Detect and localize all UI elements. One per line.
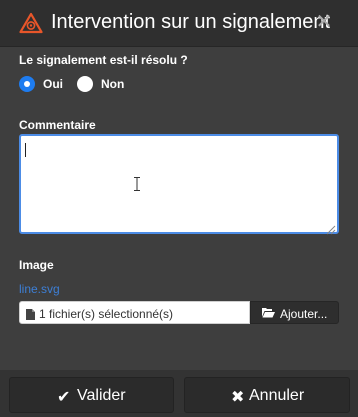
cancel-label: Annuler	[249, 387, 305, 404]
comment-textarea[interactable]	[19, 134, 339, 234]
times-icon: ✖	[231, 389, 245, 406]
file-name-link[interactable]: line.svg	[19, 282, 60, 296]
dialog-title: Intervention sur un signalement	[51, 11, 331, 33]
file-status-text: 1 fichier(s) sélectionné(s)	[39, 307, 174, 321]
radio-oui[interactable]	[19, 76, 35, 92]
cancel-button[interactable]: ✖ Annuler	[184, 377, 350, 413]
warning-triangle-icon	[19, 12, 43, 34]
file-selection-box: 1 fichier(s) sélectionné(s)	[19, 301, 250, 324]
resize-grip-icon[interactable]	[326, 222, 336, 235]
close-icon[interactable]: ✕	[315, 12, 333, 32]
validate-button[interactable]: ✔ Valider	[9, 377, 174, 413]
intervention-dialog: Intervention sur un signalement ✕ Le sig…	[0, 0, 358, 417]
folder-open-icon	[262, 307, 275, 318]
add-file-button[interactable]: Ajouter...	[250, 301, 339, 324]
check-icon: ✔	[57, 389, 71, 406]
ibeam-cursor-icon	[134, 177, 140, 191]
validate-label: Valider	[77, 387, 126, 404]
dialog-header: Intervention sur un signalement ✕	[0, 0, 358, 47]
radio-non-label[interactable]: Non	[101, 77, 124, 91]
comment-label: Commentaire	[19, 118, 96, 132]
radio-non[interactable]	[77, 76, 93, 92]
file-icon	[26, 307, 35, 320]
dialog-footer: ✔ Valider ✖ Annuler	[0, 370, 358, 417]
radio-oui-label[interactable]: Oui	[43, 77, 63, 91]
dialog-body: Le signalement est-il résolu ? Oui Non C…	[0, 47, 358, 370]
text-caret	[25, 143, 26, 157]
resolved-question-label: Le signalement est-il résolu ?	[19, 53, 188, 67]
image-label: Image	[19, 258, 54, 272]
add-file-label: Ajouter...	[280, 307, 328, 321]
